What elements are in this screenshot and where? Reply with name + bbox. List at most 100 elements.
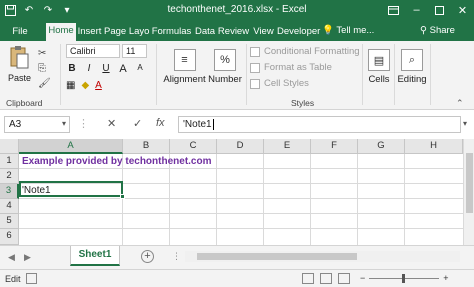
more-options-icon[interactable]: ⋮ bbox=[78, 117, 89, 130]
ribbon-home: Paste ✂ ⎘ 🖌 Clipboard Calibri 11 B I U A… bbox=[0, 41, 474, 110]
zoom-slider-knob[interactable] bbox=[402, 273, 406, 283]
column-header-a[interactable]: A bbox=[19, 139, 123, 154]
tab-developer[interactable]: Developer bbox=[277, 24, 320, 41]
column-header-c[interactable]: C bbox=[170, 139, 217, 154]
fill-color-icon[interactable]: ◆ bbox=[81, 80, 89, 91]
column-header-e[interactable]: E bbox=[264, 139, 311, 154]
insert-function-icon[interactable]: fx bbox=[156, 117, 165, 129]
active-cell-border bbox=[19, 181, 125, 199]
italic-button[interactable]: I bbox=[83, 63, 95, 75]
row-header-5[interactable]: 5 bbox=[0, 214, 19, 229]
sheet-tab-bar: ◀ ▶ Sheet1 + ⋮ bbox=[0, 245, 474, 269]
row-header-3[interactable]: 3 bbox=[0, 184, 19, 199]
normal-view-icon[interactable] bbox=[302, 273, 314, 284]
excel-window: ↶ ↷ ▾ techonthenet_2016.xlsx - Excel – ✕… bbox=[0, 0, 474, 287]
group-separator bbox=[156, 44, 157, 105]
underline-button[interactable]: U bbox=[100, 63, 112, 75]
tab-home[interactable]: Home bbox=[46, 23, 76, 41]
font-size-box[interactable]: 11 bbox=[122, 44, 147, 58]
text-cursor bbox=[212, 119, 214, 130]
column-header-d[interactable]: D bbox=[217, 139, 264, 154]
person-icon: ⚲ bbox=[420, 25, 427, 36]
share-button[interactable]: ⚲ Share bbox=[420, 25, 455, 36]
shrink-font-button[interactable]: A bbox=[134, 63, 146, 75]
styles-group-label: Styles bbox=[291, 98, 315, 108]
zoom-in-icon[interactable]: + bbox=[443, 273, 448, 283]
page-break-view-icon[interactable] bbox=[338, 273, 350, 284]
window-controls: – ✕ bbox=[382, 0, 474, 20]
prev-sheet-icon[interactable]: ◀ bbox=[8, 252, 15, 263]
confirm-entry-icon[interactable]: ✓ bbox=[133, 117, 142, 130]
alignment-button[interactable]: ≡ Alignment bbox=[162, 49, 207, 85]
column-header-h[interactable]: H bbox=[405, 139, 463, 154]
scrollbar-thumb[interactable] bbox=[197, 253, 357, 260]
tab-insert[interactable]: Insert bbox=[76, 24, 103, 41]
tab-formulas[interactable]: Formulas bbox=[150, 24, 193, 41]
expand-formula-bar-icon[interactable]: ▾ bbox=[463, 119, 467, 128]
column-header-f[interactable]: F bbox=[311, 139, 358, 154]
maximize-icon[interactable] bbox=[428, 0, 451, 20]
name-box[interactable]: A3 ▾ bbox=[4, 116, 70, 133]
tab-file[interactable]: File bbox=[8, 24, 32, 41]
fill-handle[interactable] bbox=[120, 194, 125, 199]
vertical-scrollbar[interactable] bbox=[463, 139, 474, 245]
font-color-icon[interactable]: A bbox=[95, 80, 102, 91]
zoom-out-icon[interactable]: − bbox=[360, 273, 365, 283]
tab-data[interactable]: Data bbox=[193, 24, 217, 41]
tab-splitter-icon[interactable]: ⋮ bbox=[172, 251, 181, 262]
add-sheet-icon[interactable]: + bbox=[141, 250, 154, 263]
next-sheet-icon[interactable]: ▶ bbox=[24, 252, 31, 263]
paste-icon[interactable] bbox=[9, 45, 29, 70]
font-name-box[interactable]: Calibri bbox=[66, 44, 120, 58]
status-mode: Edit bbox=[5, 274, 21, 284]
cut-icon[interactable]: ✂ bbox=[38, 46, 51, 61]
scrollbar-thumb[interactable] bbox=[466, 153, 473, 213]
percent-icon: % bbox=[214, 49, 236, 71]
tab-page-layout[interactable]: Page Layo bbox=[104, 24, 149, 41]
editing-button[interactable]: ⌕ Editing bbox=[397, 49, 427, 85]
cell-styles-button[interactable]: Cell Styles bbox=[250, 78, 309, 89]
column-header-b[interactable]: B bbox=[123, 139, 170, 154]
worksheet-grid: A B C D E F G H 1 2 3 4 5 6 Example prov… bbox=[0, 139, 474, 245]
copy-icon[interactable]: ⎘ bbox=[38, 61, 51, 76]
view-buttons bbox=[302, 273, 350, 284]
zoom-control[interactable]: − + bbox=[360, 273, 449, 283]
number-button[interactable]: % Number bbox=[207, 49, 243, 85]
group-separator bbox=[60, 44, 61, 105]
alignment-icon: ≡ bbox=[173, 49, 196, 71]
gridline bbox=[19, 228, 463, 229]
name-box-dropdown-icon[interactable]: ▾ bbox=[62, 119, 66, 128]
cell-a1[interactable]: Example provided by techonthenet.com bbox=[22, 154, 211, 169]
format-as-table-button[interactable]: Format as Table bbox=[250, 62, 332, 73]
select-all-corner[interactable] bbox=[0, 139, 19, 154]
page-layout-view-icon[interactable] bbox=[320, 273, 332, 284]
macro-record-icon[interactable] bbox=[26, 273, 37, 284]
collapse-ribbon-icon[interactable]: ⌃ bbox=[456, 98, 464, 109]
tell-me-search[interactable]: 💡 Tell me... bbox=[322, 25, 374, 36]
minimize-icon[interactable]: – bbox=[405, 0, 428, 20]
cells-button[interactable]: ▤ Cells bbox=[366, 49, 392, 85]
column-header-g[interactable]: G bbox=[358, 139, 405, 154]
formula-input[interactable]: 'Note1 bbox=[178, 116, 461, 133]
title-bar: ↶ ↷ ▾ techonthenet_2016.xlsx - Excel – ✕ bbox=[0, 0, 474, 21]
close-icon[interactable]: ✕ bbox=[451, 0, 474, 20]
row-header-1[interactable]: 1 bbox=[0, 154, 19, 169]
row-header-4[interactable]: 4 bbox=[0, 199, 19, 214]
borders-icon[interactable]: ▦ bbox=[66, 80, 75, 91]
restore-icon[interactable] bbox=[382, 0, 405, 20]
row-header-2[interactable]: 2 bbox=[0, 169, 19, 184]
zoom-slider[interactable] bbox=[369, 273, 440, 283]
bold-button[interactable]: B bbox=[66, 63, 78, 75]
row-header-6[interactable]: 6 bbox=[0, 229, 19, 245]
clipboard-mini-buttons: ✂ ⎘ 🖌 bbox=[38, 46, 51, 91]
horizontal-scrollbar[interactable] bbox=[185, 251, 460, 262]
magnifier-icon: ⌕ bbox=[401, 49, 423, 71]
sheet-tab-sheet1[interactable]: Sheet1 bbox=[70, 246, 120, 266]
paste-button[interactable]: Paste bbox=[8, 73, 31, 83]
tab-review[interactable]: Review bbox=[217, 24, 250, 41]
conditional-formatting-button[interactable]: Conditional Formatting bbox=[250, 46, 360, 57]
cancel-entry-icon[interactable]: ✕ bbox=[107, 117, 116, 130]
format-painter-icon[interactable]: 🖌 bbox=[38, 76, 51, 91]
grow-font-button[interactable]: A bbox=[117, 63, 129, 75]
tab-view[interactable]: View bbox=[251, 24, 276, 41]
